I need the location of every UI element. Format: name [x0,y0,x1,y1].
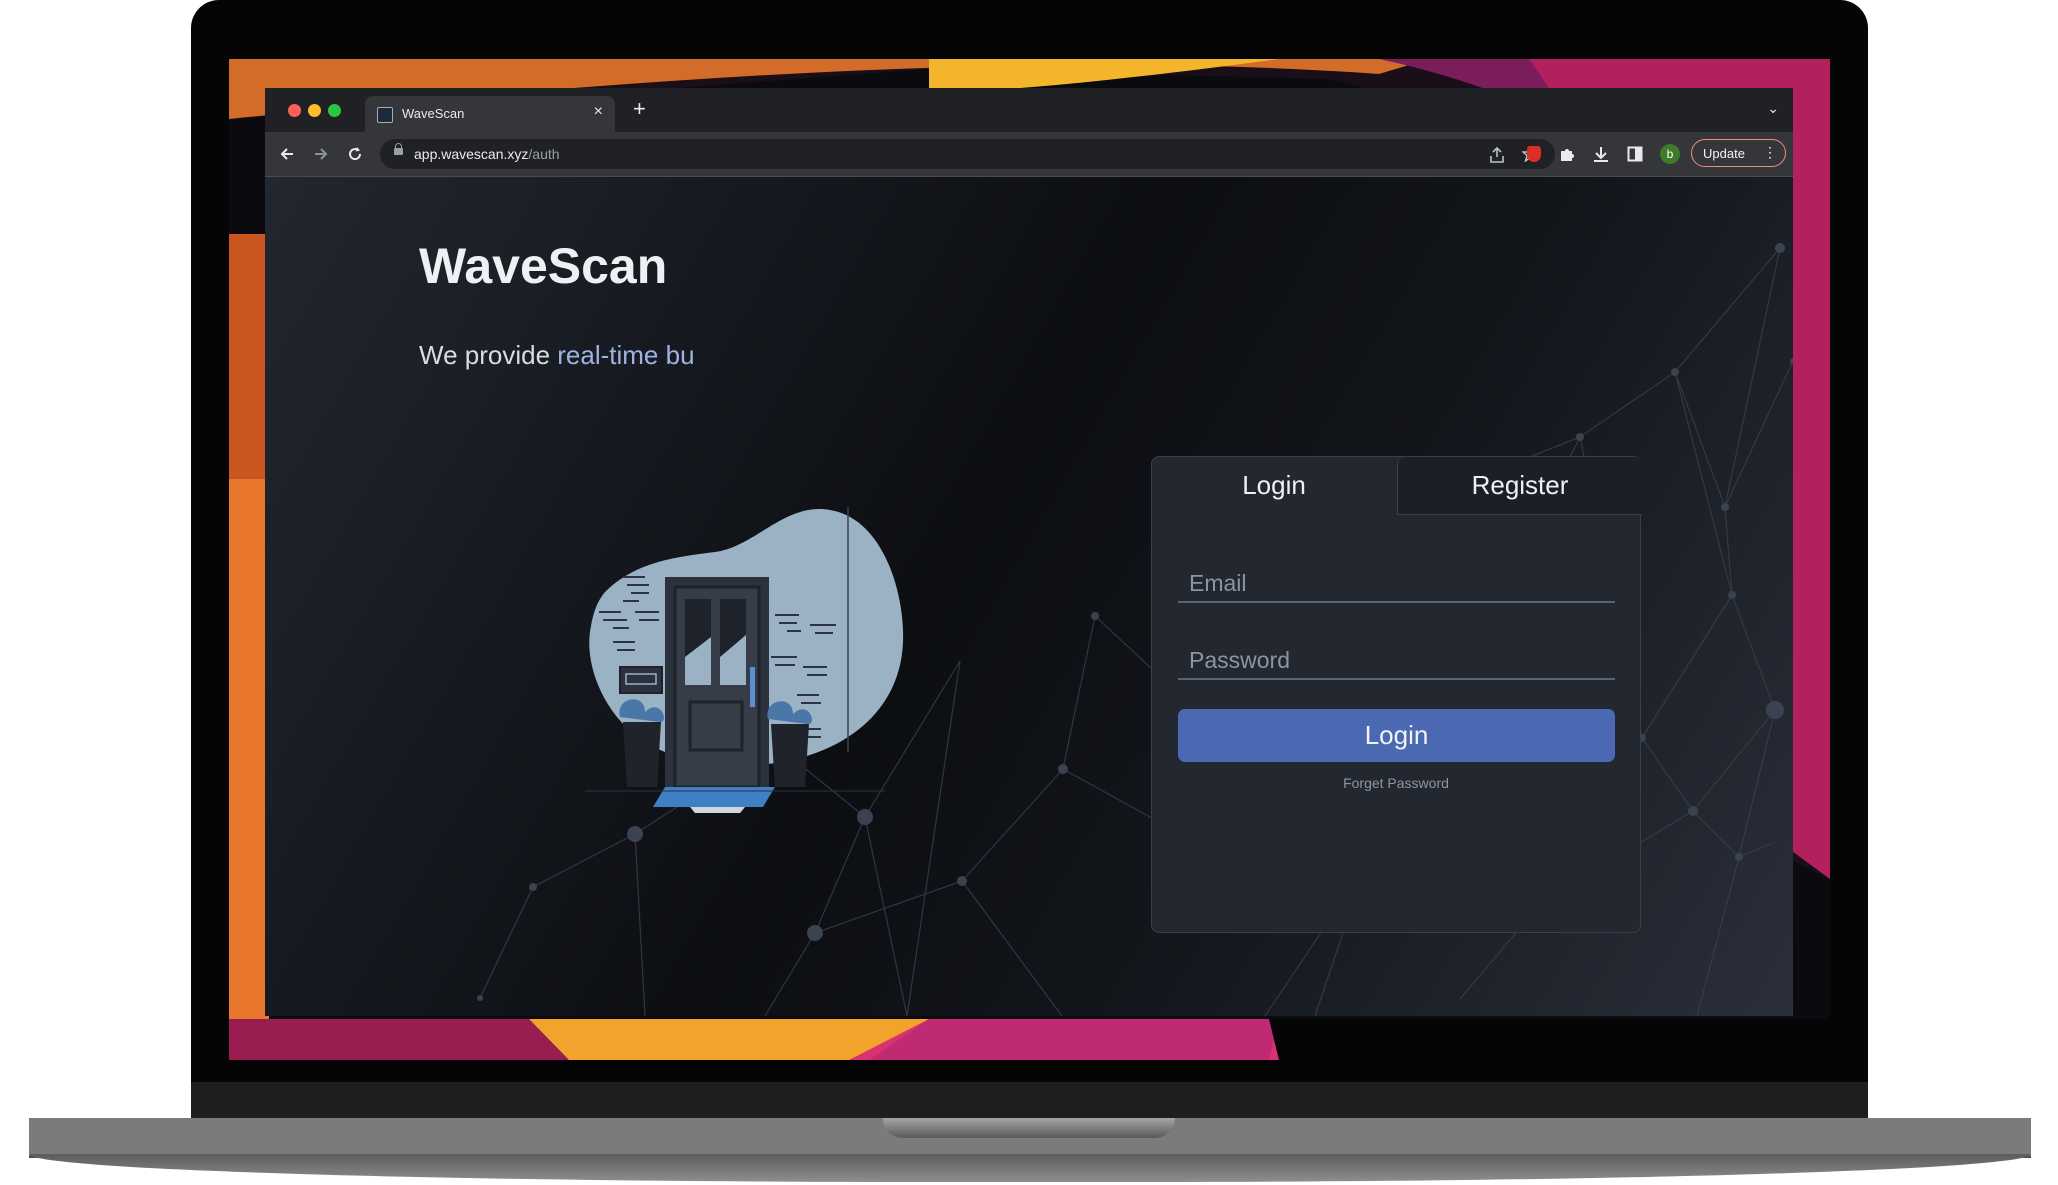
tagline-prefix: We provide [419,340,558,370]
download-icon[interactable] [1593,146,1609,163]
login-button[interactable]: Login [1178,709,1615,762]
tab-title: WaveScan [402,106,465,121]
site-favicon-icon [377,107,393,123]
tab-bar: WaveScan × + ⌄ [265,88,1793,132]
address-bar[interactable]: app.wavescan.xyz/auth [380,139,1555,169]
browser-menu-icon[interactable]: ⋮ [1763,144,1777,161]
auth-page: WaveScan We provide real-time bu Login R… [265,177,1793,1016]
tagline-highlight: real-time bu [557,340,695,370]
minimize-window-button[interactable] [308,104,321,117]
extension-shield-icon[interactable] [1527,146,1541,162]
front-door-illustration [585,507,904,813]
close-tab-icon[interactable]: × [594,103,603,121]
reload-icon[interactable] [347,146,363,162]
browser-toolbar: app.wavescan.xyz/auth b Update ⋮ [265,132,1793,177]
close-window-button[interactable] [288,104,301,117]
update-label: Update [1703,146,1745,161]
url-path: /auth [528,146,560,162]
tab-search-chevron-icon[interactable]: ⌄ [1767,100,1779,117]
update-button[interactable]: Update ⋮ [1691,139,1786,167]
tagline: We provide real-time bu [419,340,695,371]
password-field[interactable]: Password [1178,640,1615,680]
browser-window: WaveScan × + ⌄ app.wavescan.xyz/auth b U… [265,88,1793,1016]
email-field[interactable]: Email [1178,563,1615,603]
auth-card: Login Register Email Password Login Forg… [1151,456,1642,933]
laptop-notch [883,1118,1175,1138]
tab-login[interactable]: Login [1152,457,1396,514]
lock-icon [394,143,403,155]
forward-icon[interactable] [313,146,329,162]
profile-avatar[interactable]: b [1660,144,1680,164]
browser-tab[interactable]: WaveScan × [365,96,615,132]
brand-title: WaveScan [419,238,668,294]
share-icon[interactable] [1490,147,1504,163]
url-host: app.wavescan.xyz [414,146,529,162]
url-text: app.wavescan.xyz/auth [414,146,560,162]
puzzle-icon[interactable] [1559,146,1576,163]
forget-password-link[interactable]: Forget Password [1152,775,1640,791]
maximize-window-button[interactable] [328,104,341,117]
tab-register[interactable]: Register [1397,457,1642,515]
laptop-base-bottom [29,1154,2031,1182]
back-icon[interactable] [279,146,295,162]
side-panel-icon[interactable] [1627,146,1643,162]
laptop-hinge [191,1082,1868,1118]
new-tab-icon[interactable]: + [633,96,646,122]
